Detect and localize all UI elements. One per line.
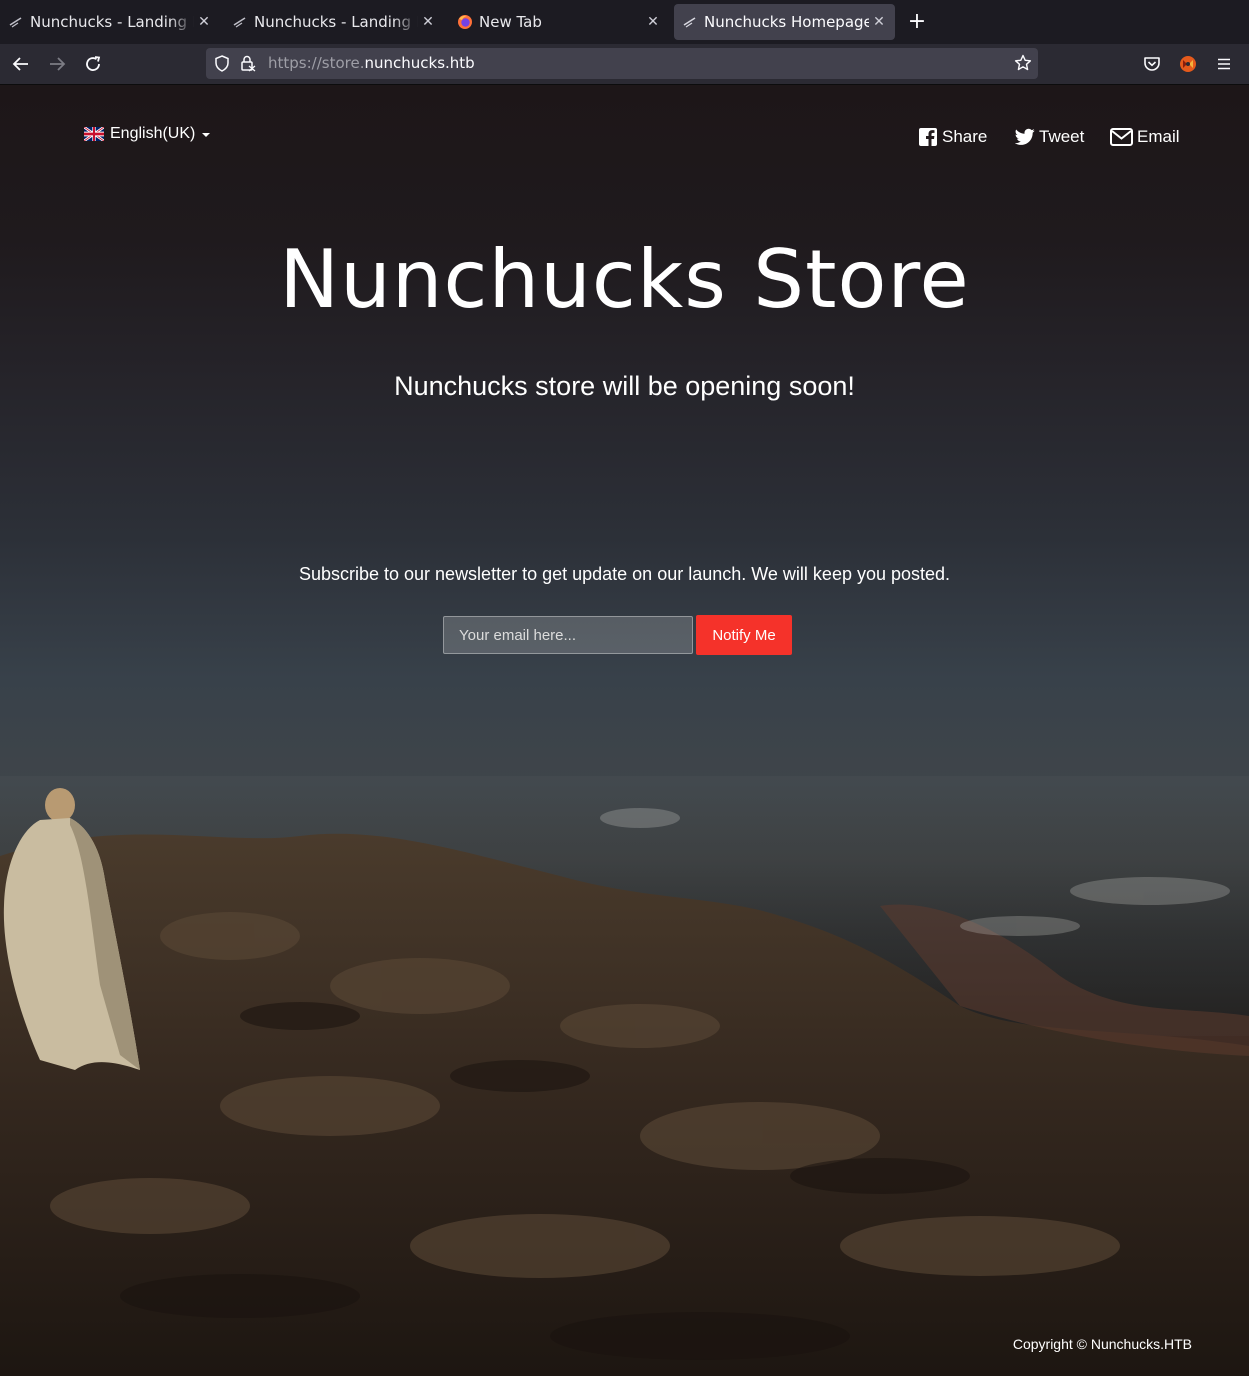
page-title: Nunchucks Store bbox=[279, 233, 970, 326]
tab-3[interactable]: New Tab ✕ bbox=[449, 4, 669, 40]
notify-me-button[interactable]: Notify Me bbox=[696, 615, 792, 655]
tab-bar: Nunchucks - Landing Page ✕ Nunchucks - L… bbox=[0, 0, 1249, 44]
copyright-text: Copyright © Nunchucks.HTB bbox=[1012, 1336, 1192, 1352]
pocket-icon bbox=[1144, 57, 1160, 71]
close-tab-icon[interactable]: ✕ bbox=[194, 14, 214, 30]
language-selector[interactable]: English(UK) bbox=[84, 125, 211, 143]
app-menu-button[interactable] bbox=[1210, 50, 1238, 78]
url-text[interactable]: https://store.nunchucks.htb bbox=[268, 54, 475, 72]
page-content: English(UK) Share Tweet Email Nunchucks … bbox=[0, 85, 1249, 1376]
bookmark-star-icon[interactable] bbox=[1014, 54, 1032, 72]
email-input[interactable] bbox=[443, 616, 693, 654]
email-label: Email bbox=[1137, 127, 1180, 146]
tab-4-active[interactable]: Nunchucks Homepage ✕ bbox=[674, 4, 895, 40]
share-label: Share bbox=[942, 127, 988, 146]
new-tab-button[interactable]: + bbox=[903, 8, 931, 36]
background-landscape-image bbox=[0, 776, 1249, 1376]
foxyproxy-extension-icon bbox=[1180, 56, 1196, 72]
tab-2[interactable]: Nunchucks - Landing Page ✕ bbox=[224, 4, 444, 40]
forward-button[interactable] bbox=[43, 50, 71, 78]
insecure-lock-icon[interactable] bbox=[240, 55, 256, 72]
nunchuck-favicon-icon bbox=[8, 14, 24, 30]
close-tab-icon[interactable]: ✕ bbox=[869, 14, 889, 30]
dropdown-caret-icon bbox=[202, 133, 211, 137]
tab-title: Nunchucks - Landing Page bbox=[254, 13, 418, 31]
page-subtitle: Nunchucks store will be opening soon! bbox=[394, 371, 855, 401]
url-bar[interactable]: https://store.nunchucks.htb bbox=[206, 48, 1038, 79]
extension-button[interactable] bbox=[1174, 50, 1202, 78]
navigation-toolbar: https://store.nunchucks.htb bbox=[0, 44, 1249, 85]
tweet-link[interactable]: Tweet bbox=[1015, 127, 1084, 147]
email-link[interactable]: Email bbox=[1110, 127, 1180, 147]
envelope-icon bbox=[1110, 128, 1133, 146]
language-label: English(UK) bbox=[110, 125, 196, 142]
hamburger-menu-icon bbox=[1218, 58, 1230, 70]
robed-figure-image bbox=[3, 788, 140, 1070]
nunchuck-favicon-icon bbox=[682, 14, 698, 30]
reload-button[interactable] bbox=[79, 50, 107, 78]
firefox-icon bbox=[457, 14, 473, 30]
facebook-icon bbox=[918, 127, 938, 147]
tab-title: Nunchucks - Landing Page bbox=[30, 13, 194, 31]
close-tab-icon[interactable]: ✕ bbox=[643, 14, 663, 30]
share-link[interactable]: Share bbox=[918, 127, 987, 147]
nunchuck-favicon-icon bbox=[232, 14, 248, 30]
uk-flag-icon bbox=[84, 127, 104, 141]
tab-1[interactable]: Nunchucks - Landing Page ✕ bbox=[0, 4, 220, 40]
newsletter-text: Subscribe to our newsletter to get updat… bbox=[298, 564, 951, 584]
tab-title: Nunchucks Homepage bbox=[704, 13, 869, 31]
reload-icon bbox=[86, 56, 101, 71]
forward-arrow-icon bbox=[50, 57, 66, 71]
tracking-shield-icon[interactable] bbox=[214, 55, 230, 72]
back-arrow-icon bbox=[12, 57, 28, 71]
pocket-button[interactable] bbox=[1138, 50, 1166, 78]
tab-title: New Tab bbox=[479, 13, 542, 31]
tweet-label: Tweet bbox=[1039, 127, 1085, 146]
twitter-icon bbox=[1015, 128, 1035, 146]
close-tab-icon[interactable]: ✕ bbox=[418, 14, 438, 30]
back-button[interactable] bbox=[7, 50, 35, 78]
